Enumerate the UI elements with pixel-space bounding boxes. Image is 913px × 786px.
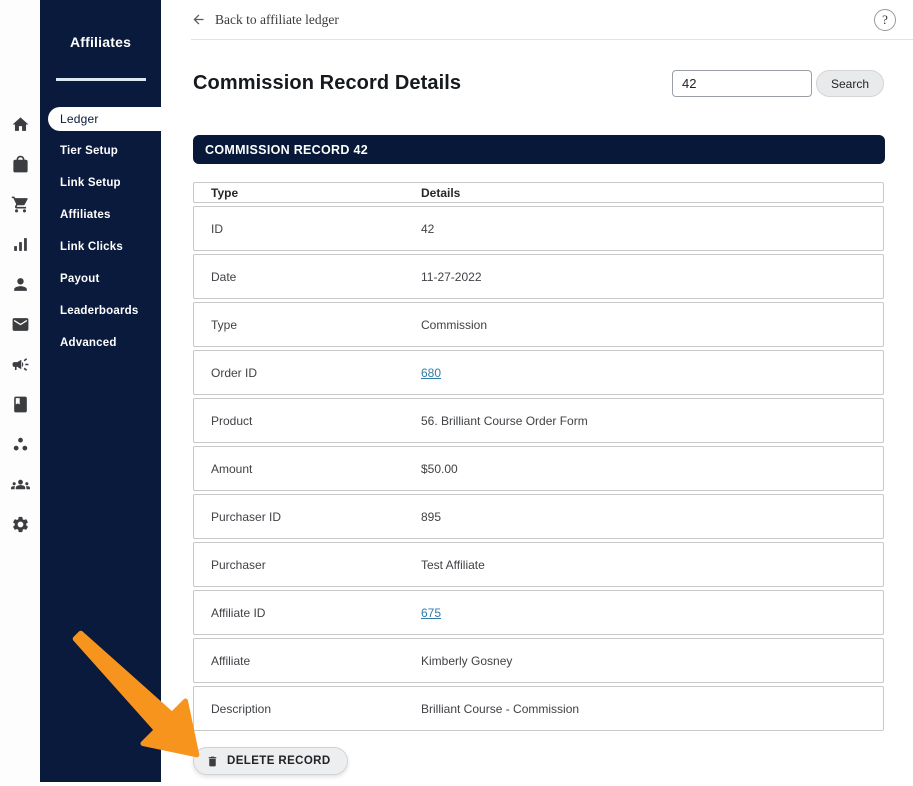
row-label: Amount [211,461,253,476]
table-row-amount: Amount $50.00 [193,446,884,491]
table-row-date: Date 11-27-2022 [193,254,884,299]
icon-rail [0,0,40,786]
trash-icon [208,756,217,766]
person-icon[interactable] [0,264,40,304]
table-row-purchaser-id: Purchaser ID 895 [193,494,884,539]
column-header-type: Type [211,185,239,200]
details-table: Type Details ID 42 Date 11-27-2022 Type … [193,182,884,731]
row-label: Affiliate ID [211,605,266,620]
sidebar-item-tier-setup[interactable]: Tier Setup [40,135,161,167]
row-value: Brilliant Course - Commission [421,701,580,716]
sidebar-item-affiliates[interactable]: Affiliates [40,199,161,231]
table-row-order-id: Order ID 680 [193,350,884,395]
shop-icon[interactable] [0,144,40,184]
page-header: Commission Record Details Search [161,40,913,97]
sidebar-item-advanced[interactable]: Advanced [40,327,161,359]
row-value: Test Affiliate [421,557,485,572]
table-row-purchaser: Purchaser Test Affiliate [193,542,884,587]
column-header-details: Details [421,185,461,200]
row-label: Affiliate [211,653,251,668]
row-value: Kimberly Gosney [421,653,513,668]
table-row-product: Product 56. Brilliant Course Order Form [193,398,884,443]
row-label: Purchaser [211,557,266,572]
row-label: Description [211,701,272,716]
row-value: 42 [421,221,435,236]
row-value: 680 [421,366,883,380]
actions-row: DELETE RECORD [193,747,913,775]
book-icon[interactable] [0,384,40,424]
cluster-icon[interactable] [0,424,40,464]
back-link-label: Back to affiliate ledger [215,11,339,27]
sidebar-item-payout[interactable]: Payout [40,263,161,295]
row-label: Purchaser ID [211,509,282,524]
delete-record-label: DELETE RECORD [227,755,331,767]
search-group: Search [671,70,884,97]
sidebar: Affiliates Ledger Tier Setup Link Setup … [40,0,161,782]
back-arrow-icon [193,14,204,25]
table-row-type: Type Commission [193,302,884,347]
commission-record-panel-header: COMMISSION RECORD 42 [193,135,885,164]
row-label: Type [211,317,238,332]
page-title: Commission Record Details [193,72,462,94]
megaphone-icon[interactable] [0,344,40,384]
home-icon[interactable] [0,104,40,144]
gear-icon[interactable] [0,504,40,544]
delete-record-button[interactable]: DELETE RECORD [193,747,348,775]
bar-chart-icon[interactable] [0,224,40,264]
row-value: 11-27-2022 [421,269,482,284]
sidebar-item-link-setup[interactable]: Link Setup [40,167,161,199]
sidebar-title: Affiliates [69,34,132,50]
help-button[interactable]: ? [874,8,896,31]
sidebar-item-leaderboards[interactable]: Leaderboards [40,295,161,327]
row-value: 895 [421,509,442,524]
cart-icon[interactable] [0,184,40,224]
sidebar-item-link-clicks[interactable]: Link Clicks [40,231,161,263]
table-header-row: Type Details [193,182,884,203]
app-window: Affiliates Ledger Tier Setup Link Setup … [0,0,913,786]
table-row-affiliate-id: Affiliate ID 675 [193,590,884,635]
people-icon[interactable] [0,464,40,504]
topbar: Back to affiliate ledger ? [191,0,913,40]
table-row-id: ID 42 [193,206,884,251]
table-row-description: Description Brilliant Course - Commissio… [193,686,884,731]
sidebar-divider [55,78,146,81]
row-label: Product [211,413,253,428]
row-value: $50.00 [421,461,458,476]
main-content: Back to affiliate ledger ? Commission Re… [161,0,913,786]
row-value: Commission [421,317,488,332]
table-row-affiliate: Affiliate Kimberly Gosney [193,638,884,683]
help-icon: ? [882,11,888,27]
sidebar-nav: Ledger Tier Setup Link Setup Affiliates … [40,107,161,359]
sidebar-item-ledger[interactable]: Ledger [48,107,161,131]
row-label: Order ID [211,365,258,380]
order-id-link[interactable]: 680 [421,366,441,380]
search-input[interactable] [671,70,812,97]
row-label: ID [211,221,223,236]
row-value: 675 [421,606,883,620]
affiliate-id-link[interactable]: 675 [421,606,441,620]
search-button[interactable]: Search [815,70,884,97]
mail-icon[interactable] [0,304,40,344]
back-link[interactable]: Back to affiliate ledger [191,12,339,28]
row-label: Date [211,269,237,284]
row-value: 56. Brilliant Course Order Form [421,413,588,428]
